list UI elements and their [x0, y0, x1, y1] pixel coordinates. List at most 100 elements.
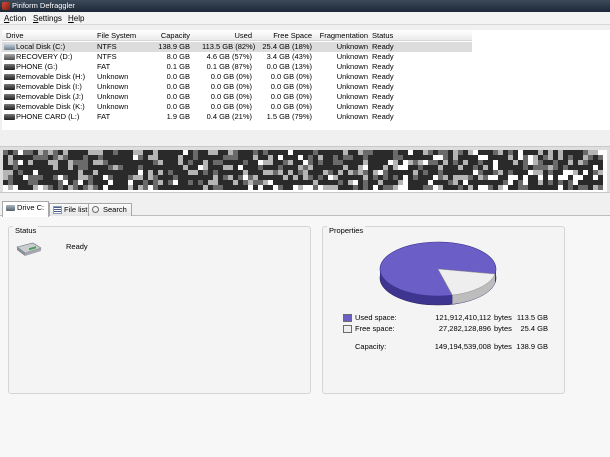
defraggler-app-icon — [2, 2, 10, 10]
cell-status: Ready — [372, 112, 394, 121]
cell-used: 0.0 GB (0%) — [210, 72, 252, 81]
removable-disk-icon — [4, 64, 15, 70]
cell-capacity: 0.0 GB — [166, 92, 190, 101]
column-used[interactable]: Used — [202, 31, 252, 40]
cell-file-system: Unknown — [97, 72, 129, 81]
window-title: Piriform Defraggler — [12, 1, 75, 10]
cell-used: 0.4 GB (21%) — [206, 112, 252, 121]
column-status[interactable]: Status — [372, 31, 393, 40]
cell-free-space: 0.0 GB (0%) — [270, 82, 312, 91]
column-capacity[interactable]: Capacity — [150, 31, 190, 40]
free-space-row: Free space: 27,282,128,896 bytes 25.4 GB — [343, 324, 553, 334]
cell-capacity: 0.1 GB — [166, 62, 190, 71]
cell-free-space: 0.0 GB (0%) — [270, 92, 312, 101]
removable-disk-icon — [4, 74, 15, 80]
drive-list: Drive File System Capacity Used Free Spa… — [2, 30, 610, 130]
capacity-unit: bytes — [494, 342, 512, 351]
cell-file-system: FAT — [97, 112, 111, 121]
drive-row[interactable]: Removable Disk (I:) Unknown 0.0 GB 0.0 GB (… — [2, 82, 472, 92]
properties-panel: Properties Used space: 121,912,410,112 b… — [322, 226, 565, 394]
capacity-size: 138.9 GB — [516, 342, 548, 351]
cell-capacity: 1.9 GB — [166, 112, 190, 121]
removable-disk-icon — [4, 114, 15, 120]
cell-drive-name: Removable Disk (H:) — [16, 72, 86, 81]
cell-free-space: 1.5 GB (79%) — [266, 112, 312, 121]
cell-status: Ready — [372, 72, 394, 81]
cell-file-system: Unknown — [97, 102, 129, 111]
local-disk-icon — [4, 44, 15, 50]
tab-drive-c[interactable]: Drive C: — [2, 201, 50, 217]
column-free-space[interactable]: Free Space — [256, 31, 312, 40]
cell-fragmentation: Unknown — [336, 92, 368, 101]
disk-usage-pie-chart — [379, 241, 497, 306]
drive-list-header: Drive File System Capacity Used Free Spa… — [2, 30, 472, 41]
cell-file-system: NTFS — [97, 52, 117, 61]
free-space-size: 25.4 GB — [520, 324, 548, 333]
tab-file-list[interactable]: File list — [49, 203, 93, 216]
drive-row[interactable]: Removable Disk (J:) Unknown 0.0 GB 0.0 GB (… — [2, 92, 472, 102]
cell-status: Ready — [372, 92, 394, 101]
status-panel-title: Status — [13, 226, 39, 235]
cell-drive-name: Removable Disk (I:) — [16, 82, 82, 91]
cell-file-system: FAT — [97, 62, 111, 71]
cell-fragmentation: Unknown — [336, 72, 368, 81]
drive-row[interactable]: Removable Disk (H:) Unknown 0.0 GB 0.0 GB (… — [2, 72, 472, 82]
column-drive[interactable]: Drive — [6, 31, 24, 40]
menu-settings[interactable]: Settings — [33, 13, 62, 24]
disk-icon — [4, 54, 15, 60]
used-space-unit: bytes — [494, 313, 512, 322]
title-bar: Piriform Defraggler — [0, 0, 610, 12]
cell-free-space: 0.0 GB (0%) — [270, 72, 312, 81]
cell-capacity: 0.0 GB — [166, 72, 190, 81]
drive-row[interactable]: Local Disk (C:) NTFS 138.9 GB 113.5 GB (82%… — [2, 42, 472, 52]
free-space-bytes: 27,282,128,896 — [438, 324, 491, 333]
cell-drive-name: Removable Disk (K:) — [16, 102, 85, 111]
properties-panel-title: Properties — [327, 226, 366, 235]
status-panel: Status Ready — [8, 226, 311, 394]
capacity-label: Capacity: — [355, 342, 387, 351]
used-space-row: Used space: 121,912,410,112 bytes 113.5 … — [343, 313, 553, 323]
cell-file-system: NTFS — [97, 42, 117, 51]
drive-row[interactable]: PHONE CARD (L:) FAT 1.9 GB 0.4 GB (21%) 1.5 … — [2, 112, 472, 122]
cell-status: Ready — [372, 82, 394, 91]
cell-free-space: 25.4 GB (18%) — [262, 42, 312, 51]
drive-row[interactable]: PHONE (G:) FAT 0.1 GB 0.1 GB (87%) 0.0 GB (1… — [2, 62, 472, 72]
column-file-system[interactable]: File System — [97, 31, 136, 40]
cell-fragmentation: Unknown — [336, 112, 368, 121]
cell-drive-name: PHONE CARD (L:) — [16, 112, 80, 121]
menu-bar: Action Settings Help — [0, 12, 610, 25]
cell-drive-name: Local Disk (C:) — [16, 42, 66, 51]
cell-status: Ready — [372, 42, 394, 51]
cell-used: 0.0 GB (0%) — [210, 82, 252, 91]
free-space-label: Free space: — [355, 324, 395, 333]
cell-free-space: 3.4 GB (43%) — [266, 52, 312, 61]
cell-used: 4.6 GB (57%) — [206, 52, 252, 61]
used-space-size: 113.5 GB — [516, 313, 548, 322]
drive-block-map[interactable] — [3, 150, 607, 192]
cell-free-space: 0.0 GB (0%) — [270, 102, 312, 111]
free-space-unit: bytes — [494, 324, 512, 333]
tab-search[interactable]: Search — [88, 203, 132, 216]
cell-capacity: 138.9 GB — [158, 42, 190, 51]
tab-bar: Drive C: File list Search — [0, 201, 610, 217]
removable-disk-icon — [4, 104, 15, 110]
drive-row[interactable]: Removable Disk (K:) Unknown 0.0 GB 0.0 GB (… — [2, 102, 472, 112]
menu-action[interactable]: Action — [4, 13, 26, 24]
cell-fragmentation: Unknown — [336, 52, 368, 61]
menu-help[interactable]: Help — [68, 13, 84, 24]
hard-drive-icon — [16, 242, 42, 256]
drive-row[interactable]: RECOVERY (D:) NTFS 8.0 GB 4.6 GB (57%) 3.4 G… — [2, 52, 472, 62]
file-list-icon — [53, 206, 62, 214]
drive-map-area — [0, 146, 610, 193]
column-fragmentation[interactable]: Fragmentation — [316, 31, 368, 40]
cell-capacity: 0.0 GB — [166, 102, 190, 111]
status-text: Ready — [66, 242, 88, 251]
cell-used: 0.1 GB (87%) — [206, 62, 252, 71]
cell-free-space: 0.0 GB (13%) — [266, 62, 312, 71]
cell-used: 0.0 GB (0%) — [210, 102, 252, 111]
used-space-label: Used space: — [355, 313, 397, 322]
cell-used: 0.0 GB (0%) — [210, 92, 252, 101]
search-icon — [92, 206, 99, 213]
cell-file-system: Unknown — [97, 82, 129, 91]
used-space-swatch — [343, 314, 352, 322]
